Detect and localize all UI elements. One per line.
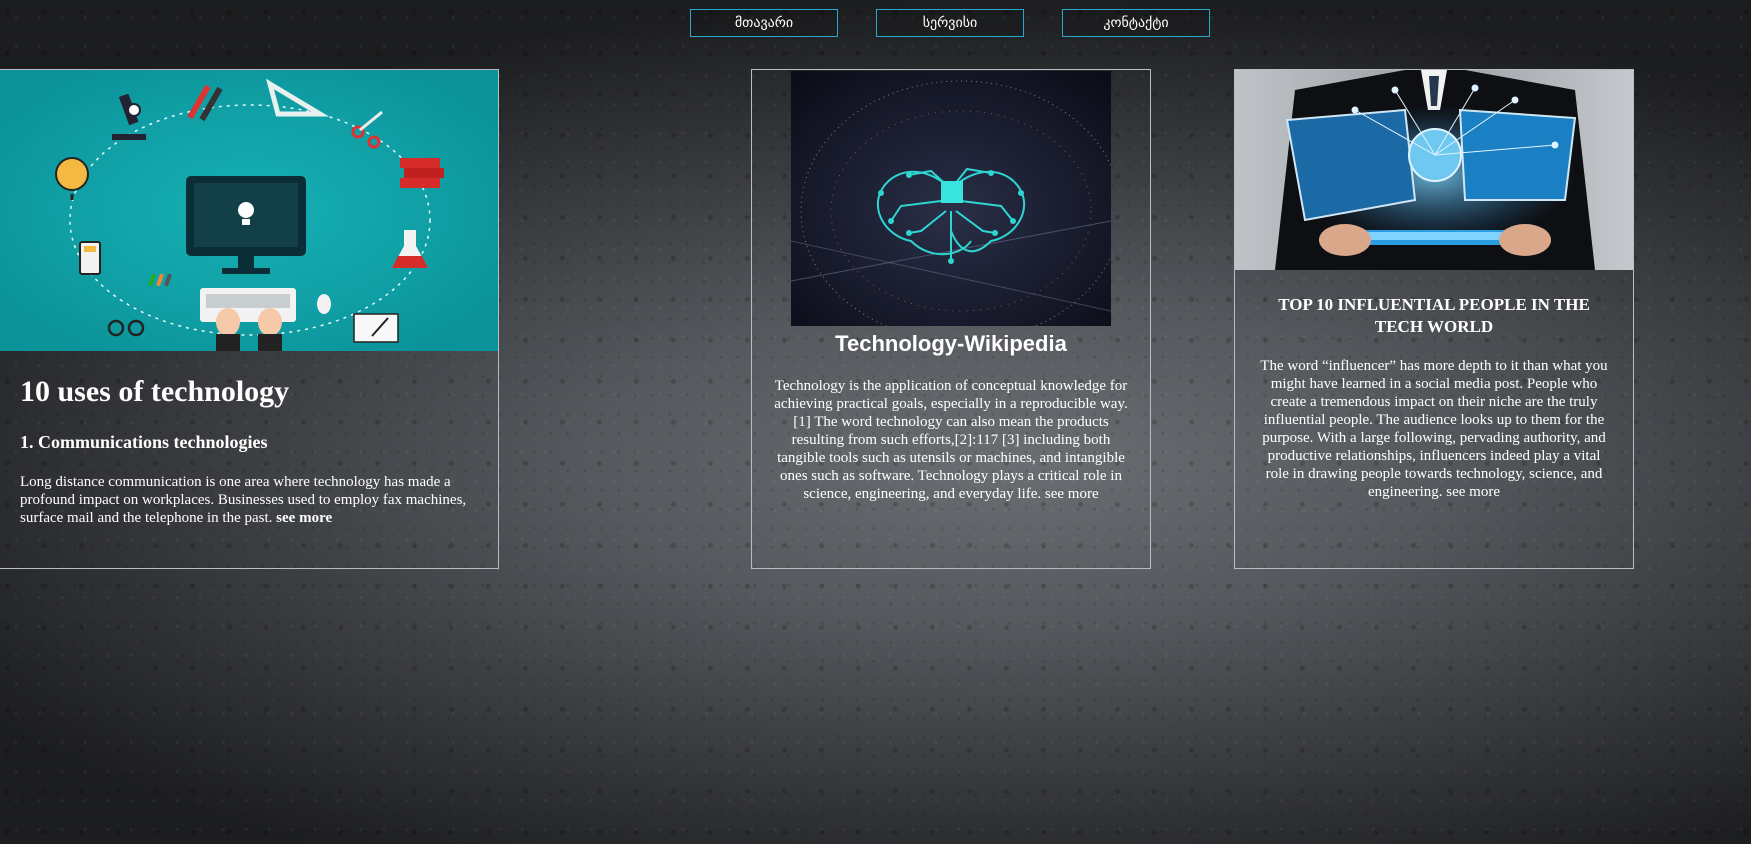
card-body: The word “influencer” has more depth to … [1260,358,1608,500]
card-body: Technology is the application of concept… [774,378,1128,502]
card-uses-of-technology: 10 uses of technology 1. Communications … [0,69,499,569]
hands-holding-tablet-network-image [1235,70,1633,270]
card-title: 10 uses of technology [20,375,290,408]
see-more-link[interactable]: see more [276,510,332,526]
see-more-link[interactable]: see more [1446,484,1500,500]
card-text: The word “influencer” has more depth to … [1255,357,1613,501]
circuit-brain-globe-image [791,71,1111,326]
card-title: TOP 10 INFLUENTIAL PEOPLE IN THE TECH WO… [1278,295,1590,336]
nav-item-home[interactable]: მთავარი [690,9,838,37]
card-subtitle: 1. Communications technologies [20,432,268,452]
card-text: Technology is the application of concept… [770,377,1132,503]
nav-item-services[interactable]: სერვისი [876,9,1024,37]
nav-item-contact[interactable]: კონტაქტი [1062,9,1210,37]
card-title: Technology-Wikipedia [835,331,1067,356]
education-technology-illustration [0,70,498,351]
card-text: Long distance communication is one area … [20,473,480,527]
see-more-link[interactable]: see more [1045,486,1099,502]
card-influential-people: TOP 10 INFLUENTIAL PEOPLE IN THE TECH WO… [1234,69,1634,569]
card-technology-wikipedia: Technology-Wikipedia Technology is the a… [751,69,1151,569]
card-body: Long distance communication is one area … [20,474,467,526]
